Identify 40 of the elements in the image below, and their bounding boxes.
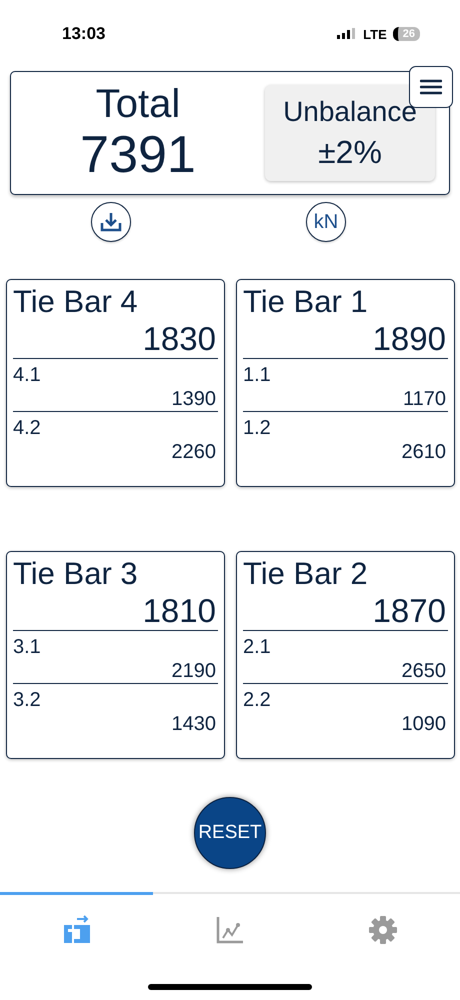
sensor-label: 2.1 [243,635,272,659]
unit-button[interactable]: kN [306,202,346,242]
sensor-value: 1170 [243,387,448,412]
sensor-label: 3.1 [13,635,42,659]
sensor-label: 3.2 [13,688,42,712]
sensor-label: 1.2 [243,416,272,440]
tie-bar-value: 1830 [13,320,218,359]
settings-icon [368,914,398,944]
tie-bar-title: Tie Bar 3 [13,556,139,592]
tie-bar-title: Tie Bar 1 [243,284,369,320]
total-value: 7391 [80,126,196,184]
sensor-value: 2610 [400,440,447,464]
sensor-value: 2190 [13,659,218,684]
download-button[interactable] [91,202,131,242]
tie-bar-value: 1810 [13,592,218,631]
status-time: 13:03 [62,24,106,44]
reset-button[interactable]: RESET [194,797,266,869]
tie-bar-title: Tie Bar 2 [243,556,369,592]
sensor-value: 2650 [243,659,448,684]
sensor-value: 1430 [170,712,217,736]
menu-icon [420,79,442,95]
unbalance-label: Unbalance [283,96,417,128]
chart-icon [214,914,245,944]
sensor-value: 1390 [13,387,218,412]
tie-bar-value: 1890 [243,320,448,359]
tie-bar-value: 1870 [243,592,448,631]
sensor-value: 2260 [170,440,217,464]
sensor-value: 1090 [400,712,447,736]
sensor-label: 2.2 [243,688,272,712]
press-icon [62,914,92,944]
unbalance-value: ±2% [318,134,382,170]
battery-level: 26 [392,27,420,41]
sensor-label: 4.1 [13,363,42,387]
tie-bar-title: Tie Bar 4 [13,284,139,320]
network-label: LTE [363,26,387,42]
total-label: Total [96,82,180,126]
sensor-label: 1.1 [243,363,272,387]
download-icon [100,211,122,233]
sensor-label: 4.2 [13,416,42,440]
signal-icon [337,28,358,40]
